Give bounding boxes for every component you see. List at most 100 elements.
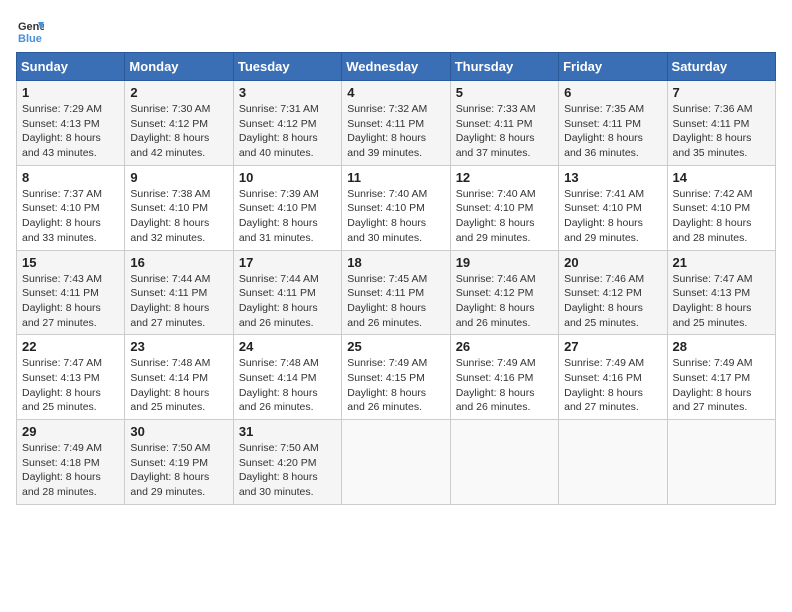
calendar-cell: 1 Sunrise: 7:29 AMSunset: 4:13 PMDayligh… <box>17 81 125 166</box>
logo: General Blue <box>16 16 44 44</box>
calendar-cell: 8 Sunrise: 7:37 AMSunset: 4:10 PMDayligh… <box>17 165 125 250</box>
day-info: Sunrise: 7:47 AMSunset: 4:13 PMDaylight:… <box>673 273 753 329</box>
day-info: Sunrise: 7:44 AMSunset: 4:11 PMDaylight:… <box>239 273 319 329</box>
day-number: 26 <box>456 339 553 354</box>
weekday-friday: Friday <box>559 53 667 81</box>
calendar-cell: 25 Sunrise: 7:49 AMSunset: 4:15 PMDaylig… <box>342 335 450 420</box>
day-info: Sunrise: 7:49 AMSunset: 4:15 PMDaylight:… <box>347 357 427 413</box>
weekday-tuesday: Tuesday <box>233 53 341 81</box>
calendar-cell: 21 Sunrise: 7:47 AMSunset: 4:13 PMDaylig… <box>667 250 775 335</box>
calendar-cell: 13 Sunrise: 7:41 AMSunset: 4:10 PMDaylig… <box>559 165 667 250</box>
day-number: 28 <box>673 339 770 354</box>
calendar-cell: 28 Sunrise: 7:49 AMSunset: 4:17 PMDaylig… <box>667 335 775 420</box>
weekday-monday: Monday <box>125 53 233 81</box>
day-info: Sunrise: 7:31 AMSunset: 4:12 PMDaylight:… <box>239 103 319 159</box>
day-number: 5 <box>456 85 553 100</box>
day-info: Sunrise: 7:41 AMSunset: 4:10 PMDaylight:… <box>564 188 644 244</box>
calendar-cell: 20 Sunrise: 7:46 AMSunset: 4:12 PMDaylig… <box>559 250 667 335</box>
calendar-cell <box>667 420 775 505</box>
day-number: 9 <box>130 170 227 185</box>
day-info: Sunrise: 7:48 AMSunset: 4:14 PMDaylight:… <box>130 357 210 413</box>
day-number: 19 <box>456 255 553 270</box>
day-info: Sunrise: 7:40 AMSunset: 4:10 PMDaylight:… <box>456 188 536 244</box>
weekday-thursday: Thursday <box>450 53 558 81</box>
day-number: 7 <box>673 85 770 100</box>
day-number: 24 <box>239 339 336 354</box>
day-number: 17 <box>239 255 336 270</box>
calendar-body: 1 Sunrise: 7:29 AMSunset: 4:13 PMDayligh… <box>17 81 776 505</box>
calendar-table: SundayMondayTuesdayWednesdayThursdayFrid… <box>16 52 776 505</box>
day-info: Sunrise: 7:50 AMSunset: 4:20 PMDaylight:… <box>239 442 319 498</box>
weekday-saturday: Saturday <box>667 53 775 81</box>
day-info: Sunrise: 7:32 AMSunset: 4:11 PMDaylight:… <box>347 103 427 159</box>
week-row-1: 1 Sunrise: 7:29 AMSunset: 4:13 PMDayligh… <box>17 81 776 166</box>
calendar-cell: 24 Sunrise: 7:48 AMSunset: 4:14 PMDaylig… <box>233 335 341 420</box>
day-info: Sunrise: 7:46 AMSunset: 4:12 PMDaylight:… <box>456 273 536 329</box>
day-number: 14 <box>673 170 770 185</box>
calendar-cell: 31 Sunrise: 7:50 AMSunset: 4:20 PMDaylig… <box>233 420 341 505</box>
day-number: 27 <box>564 339 661 354</box>
day-info: Sunrise: 7:36 AMSunset: 4:11 PMDaylight:… <box>673 103 753 159</box>
calendar-cell: 4 Sunrise: 7:32 AMSunset: 4:11 PMDayligh… <box>342 81 450 166</box>
calendar-cell <box>342 420 450 505</box>
day-number: 30 <box>130 424 227 439</box>
calendar-cell: 23 Sunrise: 7:48 AMSunset: 4:14 PMDaylig… <box>125 335 233 420</box>
day-info: Sunrise: 7:49 AMSunset: 4:17 PMDaylight:… <box>673 357 753 413</box>
day-number: 22 <box>22 339 119 354</box>
day-number: 21 <box>673 255 770 270</box>
day-info: Sunrise: 7:50 AMSunset: 4:19 PMDaylight:… <box>130 442 210 498</box>
day-number: 31 <box>239 424 336 439</box>
svg-text:Blue: Blue <box>18 33 42 44</box>
day-info: Sunrise: 7:49 AMSunset: 4:16 PMDaylight:… <box>456 357 536 413</box>
day-number: 11 <box>347 170 444 185</box>
day-info: Sunrise: 7:40 AMSunset: 4:10 PMDaylight:… <box>347 188 427 244</box>
calendar-cell: 16 Sunrise: 7:44 AMSunset: 4:11 PMDaylig… <box>125 250 233 335</box>
calendar-cell <box>450 420 558 505</box>
day-info: Sunrise: 7:37 AMSunset: 4:10 PMDaylight:… <box>22 188 102 244</box>
calendar-cell: 26 Sunrise: 7:49 AMSunset: 4:16 PMDaylig… <box>450 335 558 420</box>
day-number: 6 <box>564 85 661 100</box>
day-info: Sunrise: 7:38 AMSunset: 4:10 PMDaylight:… <box>130 188 210 244</box>
day-info: Sunrise: 7:45 AMSunset: 4:11 PMDaylight:… <box>347 273 427 329</box>
calendar-cell: 11 Sunrise: 7:40 AMSunset: 4:10 PMDaylig… <box>342 165 450 250</box>
calendar-cell: 3 Sunrise: 7:31 AMSunset: 4:12 PMDayligh… <box>233 81 341 166</box>
calendar-cell: 5 Sunrise: 7:33 AMSunset: 4:11 PMDayligh… <box>450 81 558 166</box>
day-info: Sunrise: 7:42 AMSunset: 4:10 PMDaylight:… <box>673 188 753 244</box>
week-row-2: 8 Sunrise: 7:37 AMSunset: 4:10 PMDayligh… <box>17 165 776 250</box>
weekday-sunday: Sunday <box>17 53 125 81</box>
day-info: Sunrise: 7:48 AMSunset: 4:14 PMDaylight:… <box>239 357 319 413</box>
week-row-4: 22 Sunrise: 7:47 AMSunset: 4:13 PMDaylig… <box>17 335 776 420</box>
day-number: 2 <box>130 85 227 100</box>
calendar-cell: 22 Sunrise: 7:47 AMSunset: 4:13 PMDaylig… <box>17 335 125 420</box>
day-info: Sunrise: 7:43 AMSunset: 4:11 PMDaylight:… <box>22 273 102 329</box>
week-row-5: 29 Sunrise: 7:49 AMSunset: 4:18 PMDaylig… <box>17 420 776 505</box>
day-info: Sunrise: 7:39 AMSunset: 4:10 PMDaylight:… <box>239 188 319 244</box>
day-number: 13 <box>564 170 661 185</box>
day-info: Sunrise: 7:35 AMSunset: 4:11 PMDaylight:… <box>564 103 644 159</box>
day-info: Sunrise: 7:49 AMSunset: 4:16 PMDaylight:… <box>564 357 644 413</box>
week-row-3: 15 Sunrise: 7:43 AMSunset: 4:11 PMDaylig… <box>17 250 776 335</box>
logo-icon: General Blue <box>16 16 44 44</box>
day-number: 16 <box>130 255 227 270</box>
day-number: 20 <box>564 255 661 270</box>
day-number: 12 <box>456 170 553 185</box>
calendar-cell: 14 Sunrise: 7:42 AMSunset: 4:10 PMDaylig… <box>667 165 775 250</box>
calendar-cell: 9 Sunrise: 7:38 AMSunset: 4:10 PMDayligh… <box>125 165 233 250</box>
day-number: 25 <box>347 339 444 354</box>
calendar-cell: 27 Sunrise: 7:49 AMSunset: 4:16 PMDaylig… <box>559 335 667 420</box>
day-info: Sunrise: 7:44 AMSunset: 4:11 PMDaylight:… <box>130 273 210 329</box>
day-number: 10 <box>239 170 336 185</box>
day-info: Sunrise: 7:29 AMSunset: 4:13 PMDaylight:… <box>22 103 102 159</box>
day-number: 3 <box>239 85 336 100</box>
calendar-cell <box>559 420 667 505</box>
calendar-cell: 29 Sunrise: 7:49 AMSunset: 4:18 PMDaylig… <box>17 420 125 505</box>
calendar-cell: 15 Sunrise: 7:43 AMSunset: 4:11 PMDaylig… <box>17 250 125 335</box>
calendar-cell: 18 Sunrise: 7:45 AMSunset: 4:11 PMDaylig… <box>342 250 450 335</box>
day-info: Sunrise: 7:30 AMSunset: 4:12 PMDaylight:… <box>130 103 210 159</box>
calendar-cell: 2 Sunrise: 7:30 AMSunset: 4:12 PMDayligh… <box>125 81 233 166</box>
calendar-cell: 19 Sunrise: 7:46 AMSunset: 4:12 PMDaylig… <box>450 250 558 335</box>
calendar-cell: 30 Sunrise: 7:50 AMSunset: 4:19 PMDaylig… <box>125 420 233 505</box>
day-info: Sunrise: 7:49 AMSunset: 4:18 PMDaylight:… <box>22 442 102 498</box>
day-number: 8 <box>22 170 119 185</box>
day-info: Sunrise: 7:46 AMSunset: 4:12 PMDaylight:… <box>564 273 644 329</box>
